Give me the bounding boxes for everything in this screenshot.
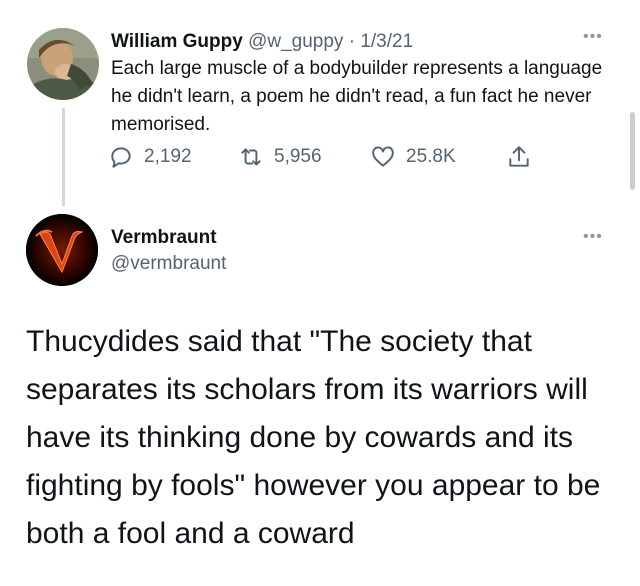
share-icon: [509, 146, 529, 167]
avatar[interactable]: [26, 214, 98, 286]
thread-line: [62, 108, 65, 206]
tweet-header: William Guppy @w_guppy · 1/3/21: [111, 29, 413, 55]
tweet-text: Thucydides said that "The society that s…: [26, 325, 601, 550]
like-button[interactable]: 25.8K: [370, 144, 456, 170]
separator: ·: [348, 31, 356, 52]
tweet-date[interactable]: 1/3/21: [360, 31, 413, 52]
heart-icon: [372, 146, 394, 167]
avatar-painting-icon: [27, 28, 99, 100]
reply-icon: [111, 147, 131, 168]
share-button[interactable]: [506, 144, 532, 170]
avatar-v-logo-icon: [26, 214, 98, 286]
more-dots-icon[interactable]: •••: [583, 228, 603, 246]
avatar[interactable]: [27, 28, 99, 100]
tweet-actions: 2,192 5,956 25.8K: [108, 144, 548, 174]
author-name[interactable]: Vermbraunt: [111, 226, 217, 250]
more-dots-icon[interactable]: •••: [583, 28, 603, 46]
author-handle[interactable]: @vermbraunt: [111, 252, 226, 276]
scrollbar[interactable]: [630, 112, 635, 190]
like-count: 25.8K: [406, 146, 456, 167]
author-handle[interactable]: @w_guppy: [248, 31, 343, 52]
author-name[interactable]: William Guppy: [111, 31, 243, 52]
retweet-button[interactable]: 5,956: [238, 144, 322, 170]
tweet-text: Each large muscle of a bodybuilder repre…: [111, 58, 603, 135]
retweet-count: 5,956: [274, 146, 322, 167]
reply-button[interactable]: 2,192: [108, 144, 192, 170]
reply-count: 2,192: [144, 146, 192, 167]
retweet-icon: [241, 148, 261, 166]
